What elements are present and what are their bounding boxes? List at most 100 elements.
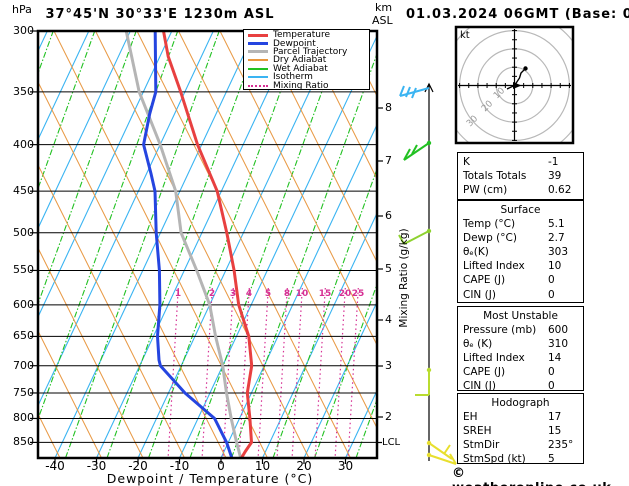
row-label: θₑ(K) — [463, 246, 489, 259]
row-value: 39 — [548, 170, 562, 183]
temp-tick-label: 0 — [217, 459, 225, 473]
parcel-line-swatch — [248, 50, 268, 54]
hodograph-ring-label: 20 — [480, 99, 495, 114]
alt-unit-asl-label: ASL — [372, 14, 393, 27]
table-row: Totals Totals 39 — [463, 169, 583, 183]
row-label: Lifted Index — [463, 352, 525, 365]
row-value: 5.1 — [548, 218, 565, 231]
pressure-tick-label: 600 — [13, 297, 34, 311]
row-label: Totals Totals — [463, 170, 527, 183]
row-value: 5 — [548, 453, 555, 466]
row-label: EH — [463, 411, 478, 424]
table-row: SREH 15 — [463, 424, 583, 438]
km-tick-label: 6 — [385, 209, 392, 222]
table-title: Surface — [500, 204, 541, 216]
table-row: EH 17 — [463, 410, 583, 424]
row-value: 10 — [548, 260, 562, 273]
pressure-tick-label: 450 — [13, 184, 34, 198]
pressure-tick-label: 850 — [13, 435, 34, 449]
mixing-ratio-value-label: 4 — [245, 289, 253, 299]
row-label: CIN (J) — [463, 380, 496, 393]
row-value: 0.62 — [548, 184, 572, 197]
legend-label: Temperature — [273, 30, 331, 41]
row-value: 310 — [548, 338, 569, 351]
table-row: StmSpd (kt) 5 — [463, 452, 583, 466]
mixing-ratio-value-label: 10 — [295, 289, 309, 299]
mixing-ratio-value-label: 15 — [318, 289, 332, 299]
dry-adiabat-line-swatch — [248, 59, 268, 62]
wind-barb — [426, 452, 457, 465]
isotherm-line-swatch — [248, 76, 268, 79]
alt-unit-km-label: km — [375, 1, 393, 14]
row-value: -1 — [548, 156, 559, 168]
temperature-curve — [162, 32, 254, 457]
pressure-tick-label: 300 — [13, 24, 34, 37]
pressure-tick-label: 800 — [13, 411, 34, 425]
table-row: Dewp (°C) 2.7 — [463, 231, 583, 245]
row-value: 303 — [548, 246, 569, 259]
temp-tick-label: 20 — [296, 459, 312, 473]
copyright-text: © weatheronline.co.uk — [452, 466, 611, 486]
legend-label: Mixing Ratio — [273, 80, 329, 91]
pressure-tick-label: 700 — [13, 358, 34, 372]
table-row: Lifted Index 14 — [463, 351, 583, 365]
table-row: Temp (°C) 5.1 — [463, 217, 583, 231]
legend-label: Isotherm — [273, 72, 313, 83]
wet-adiabat-line-swatch — [248, 67, 268, 70]
row-value: 14 — [548, 352, 562, 365]
x-axis-label: Dewpoint / Temperature (°C) — [106, 471, 314, 486]
km-tick-label: 8 — [385, 101, 392, 114]
pressure-tick-label: 500 — [13, 225, 34, 239]
dewpoint-curve — [142, 32, 234, 457]
row-label: StmDir — [463, 439, 500, 452]
temp-tick-label: -30 — [86, 459, 107, 473]
row-label: K — [463, 156, 470, 168]
mixing-ratio-axis-label: Mixing Ratio (g/kg) — [398, 228, 410, 328]
mixing-ratio-value-label: 8 — [283, 289, 291, 299]
row-label: θₑ (K) — [463, 338, 493, 351]
temp-tick-label: -40 — [45, 459, 65, 473]
temp-tick-label: -10 — [169, 459, 190, 473]
table-row: CAPE (J) 0 — [463, 273, 583, 287]
pressure-unit-label: hPa — [12, 3, 32, 16]
temp-tick-label: 10 — [254, 459, 271, 473]
legend-item-mixing-ratio: Mixing Ratio — [248, 80, 369, 91]
row-value: 0 — [548, 366, 555, 379]
table-row: PW (cm) 0.62 — [463, 183, 583, 197]
mixing-ratio-value-label: 3 — [229, 289, 237, 299]
legend-box: Temperature Dewpoint Parcel Trajectory D… — [243, 29, 370, 90]
hodograph-unit-label: kt — [460, 30, 470, 41]
row-value: 15 — [548, 425, 562, 438]
skewt-sounding-page: 10 20 30 hPa 37°45'N 30°33'E 1230m ASL km … — [0, 0, 629, 486]
row-label: Pressure (mb) — [463, 324, 537, 337]
row-value: 0 — [548, 274, 555, 287]
table-row: CIN (J) 0 — [463, 379, 583, 393]
pressure-tick-label: 400 — [13, 137, 34, 151]
row-value: 0 — [548, 288, 555, 301]
km-tick-label: 2 — [385, 410, 392, 423]
row-label: CIN (J) — [463, 288, 496, 301]
surface-table: Surface Temp (°C) 5.1 Dewp (°C) 2.7 θₑ(K) 3… — [457, 200, 584, 303]
mixing-ratio-line-swatch — [248, 84, 268, 87]
table-row: StmDir 235° — [463, 438, 583, 452]
row-label: Lifted Index — [463, 260, 525, 273]
km-tick-label: 4 — [385, 313, 392, 326]
lcl-label: LCL — [382, 437, 401, 448]
table-title: Most Unstable — [483, 310, 558, 322]
km-tick-label: 7 — [385, 154, 392, 167]
date-title: 01.03.2024 06GMT (Base: 06) — [406, 7, 629, 22]
table-row: Pressure (mb) 600 — [463, 323, 583, 337]
table-title: Hodograph — [491, 397, 550, 409]
chart-title: 37°45'N 30°33'E 1230m ASL — [45, 7, 275, 22]
pressure-tick-label: 750 — [13, 385, 34, 399]
mixing-ratio-value-label: 2 — [208, 289, 216, 299]
wind-barb — [399, 85, 430, 99]
plot-border — [36, 29, 379, 460]
row-value: 0 — [548, 380, 555, 393]
km-tick-label: 3 — [385, 359, 392, 372]
temp-tick-label: -20 — [128, 459, 148, 473]
temperature-line-swatch — [248, 33, 268, 37]
row-label: CAPE (J) — [463, 274, 506, 287]
row-value: 17 — [548, 411, 562, 424]
row-label: PW (cm) — [463, 184, 508, 197]
